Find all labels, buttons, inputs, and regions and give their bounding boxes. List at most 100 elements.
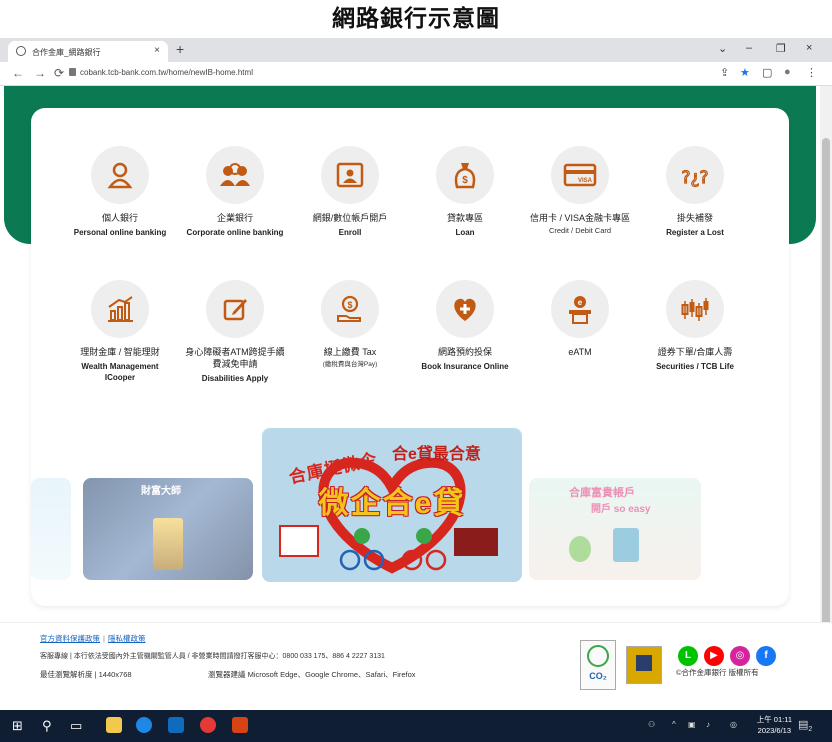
search-icon[interactable]: ⚲ [42, 718, 52, 734]
battery-icon[interactable]: ◎ [730, 720, 737, 729]
trophy-icon [153, 518, 183, 570]
group-icon [220, 163, 250, 186]
service-eatm[interactable]: e eATM [521, 280, 639, 358]
service-disabilities-apply[interactable]: 身心障礙者ATM跨提手續費減免申請 Disabilities Apply [176, 280, 294, 384]
certification-badge-icon [626, 646, 662, 684]
service-register-lost[interactable]: ?¿? 掛失補發 Register a Lost [636, 146, 754, 238]
phone-illustration [613, 528, 639, 562]
promo-banner-4[interactable]: 合庫富貴帳戶 開戶 so easy [529, 478, 701, 580]
service-label-en: Corporate online banking [186, 228, 284, 237]
service-label-en: Personal online banking [73, 228, 167, 237]
system-clock[interactable]: 上午 01:11 2023/6/13 [757, 714, 792, 736]
service-wealth-management[interactable]: 理財金庫 / 智能理財 Wealth Management ICooper [61, 280, 179, 383]
tray-expand-icon[interactable]: ^ [672, 720, 676, 729]
service-securities[interactable]: 證券下單/合庫人壽 Securities / TCB Life [636, 280, 754, 372]
close-window-button[interactable]: × [806, 42, 812, 54]
bar-chart-icon [108, 296, 133, 322]
svg-text:?¿?: ?¿? [681, 168, 708, 188]
service-label: 線上繳費 Tax [323, 347, 377, 357]
service-label-en2: ICooper [104, 373, 136, 382]
scrollbar-thumb[interactable] [822, 138, 830, 698]
instagram-icon[interactable]: ◎ [730, 646, 750, 666]
line-icon[interactable]: L [678, 646, 698, 666]
facebook-icon[interactable]: f [756, 646, 776, 666]
sidebar-icon[interactable]: ▢ [762, 66, 772, 79]
notification-icon[interactable]: ▤2 [798, 718, 812, 733]
service-label-en: Wealth Management [81, 362, 159, 371]
service-label: 個人銀行 [101, 213, 138, 223]
new-tab-button[interactable]: + [176, 41, 184, 57]
mascot-illustration [569, 536, 591, 562]
footer-link-data-protection[interactable]: 官方資料保護政策 [40, 634, 100, 643]
back-button[interactable]: ← [12, 66, 24, 80]
promo-banner-2[interactable]: 財富大師 [83, 478, 253, 580]
restore-button[interactable]: ❐ [776, 42, 786, 55]
footer-link-privacy[interactable]: 隱私權政策 [108, 634, 146, 643]
footer-copyright: ©合作金庫銀行 版權所有 [676, 668, 759, 677]
person-icon [107, 162, 133, 189]
service-label-en: Disabilities Apply [201, 374, 269, 383]
lock-icon [69, 68, 76, 76]
question-icon: ?¿? [681, 167, 709, 188]
edge-icon[interactable] [136, 717, 152, 733]
service-label: 掛失補發 [676, 213, 713, 223]
promo-carousel[interactable]: 財富大師 合庫挺微企 合e貸最合意 微企合e貸 合庫富貴帳戶 開戶 so eas… [31, 418, 789, 598]
menu-icon[interactable]: ⋮ [806, 66, 817, 79]
service-corporate-banking[interactable]: 企業銀行 Corporate online banking [176, 146, 294, 238]
windows-start-icon[interactable]: ⊞ [12, 718, 23, 734]
footer-resolution: 最佳瀏覽解析度 | 1440x768 [40, 670, 132, 679]
page-footer: 官方資料保護政策 | 隱私權政策 客服專線 | 本行依法受國內外主管機關監管人員 /… [0, 622, 832, 710]
youtube-icon[interactable]: ▶ [704, 646, 724, 666]
forward-button[interactable]: → [34, 66, 46, 80]
service-label: 網銀/數位帳戶開戶 [312, 213, 388, 223]
os-taskbar: ⊞ ⚲ ▭ ⚇ ^ ▣ ♪ ◎ 上午 01:11 2023/6/13 ▤2 [0, 710, 832, 742]
promo-banner-1[interactable] [31, 478, 71, 580]
service-book-insurance[interactable]: 網路預約投保 Book Insurance Online [406, 280, 524, 372]
share-icon[interactable]: ⇪ [720, 66, 729, 79]
page-scrollbar[interactable] [820, 86, 832, 710]
volume-icon[interactable]: ♪ [706, 720, 710, 729]
service-credit-card[interactable]: VISA 信用卡 / VISA金融卡專區 Credit / Debit Card [521, 146, 639, 236]
promo-banner-main[interactable]: 合庫挺微企 合e貸最合意 微企合e貸 [262, 428, 522, 582]
promo-banner-4-title: 合庫富貴帳戶 [569, 487, 635, 499]
service-label-en: (繳稅費與台灣Pay) [322, 361, 378, 368]
carbon-footprint-badge-icon: CO₂ [580, 640, 616, 690]
coin-hand-icon: $ [337, 295, 361, 322]
svg-text:$: $ [347, 300, 352, 310]
powerpoint-icon[interactable] [232, 717, 248, 733]
service-label: 網路預約投保 [437, 347, 492, 357]
bookmark-star-icon[interactable]: ★ [740, 66, 750, 79]
people-icon[interactable]: ⚇ [648, 720, 655, 729]
reload-button[interactable]: ⟳ [54, 66, 64, 80]
address-bar[interactable]: cobank.tcb-bank.com.tw/home/newIB-home.h… [80, 68, 253, 77]
service-label: 證券下單/合庫人壽 [657, 347, 733, 357]
clock-date: 2023/6/13 [757, 726, 792, 735]
network-icon[interactable]: ▣ [688, 720, 696, 729]
service-label-en: Credit / Debit Card [548, 226, 612, 235]
service-label: 企業銀行 [216, 213, 253, 223]
profile-icon[interactable]: ● [784, 66, 791, 78]
outlook-icon[interactable] [168, 717, 184, 733]
globe-icon [16, 46, 26, 56]
task-view-icon[interactable]: ▭ [70, 718, 82, 734]
service-label-en: Securities / TCB Life [656, 362, 734, 371]
promo-banner-2-text: 財富大師 [141, 486, 181, 497]
svg-text:$: $ [462, 175, 468, 186]
edit-icon [223, 299, 247, 321]
service-tax-payment[interactable]: $ 線上繳費 Tax (繳稅費與台灣Pay) [291, 280, 409, 370]
browser-tab[interactable]: 合作金庫_網路銀行 × [8, 41, 168, 62]
file-explorer-icon[interactable] [106, 717, 122, 733]
chrome-icon[interactable] [200, 717, 216, 733]
minimize-button[interactable]: – [746, 42, 752, 54]
service-enroll[interactable]: 網銀/數位帳戶開戶 Enroll [291, 146, 409, 238]
clock-time: 上午 01:11 [756, 715, 792, 724]
page-heading: 網路銀行示意圖 [332, 6, 500, 32]
service-personal-banking[interactable]: 個人銀行 Personal online banking [61, 146, 179, 238]
service-loan[interactable]: $ 貸款專區 Loan [406, 146, 524, 238]
browser-toolbar: ← → ⟳ cobank.tcb-bank.com.tw/home/newIB-… [0, 62, 832, 86]
promo-banner-4-sub: 開戶 so easy [591, 504, 651, 515]
tab-close-icon[interactable]: × [154, 45, 160, 56]
tab-search-icon[interactable]: ⌄ [718, 42, 727, 55]
service-label-en: Enroll [338, 228, 362, 237]
footer-browsers: 瀏覽器建議 Microsoft Edge、Google Chrome、Safar… [208, 670, 416, 679]
